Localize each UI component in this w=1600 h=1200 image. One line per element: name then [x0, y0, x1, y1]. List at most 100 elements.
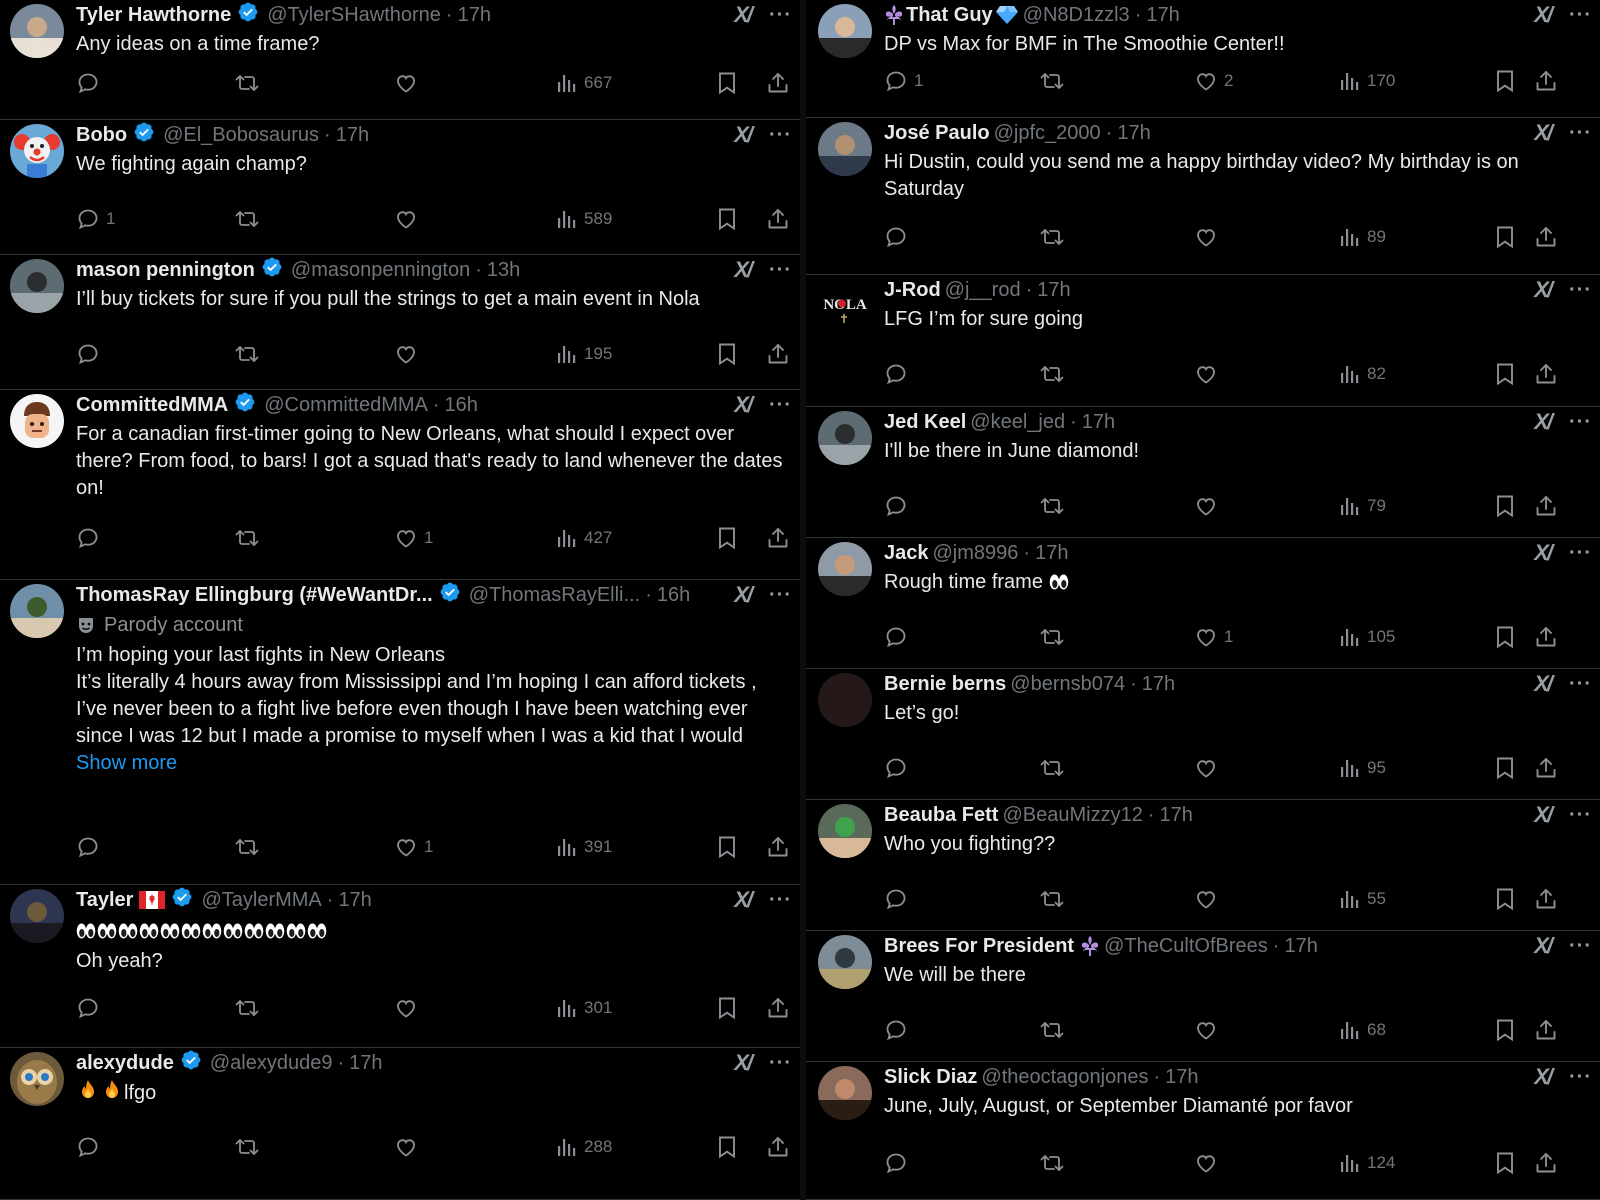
timestamp[interactable]: 17h [1165, 1066, 1198, 1089]
reply-button[interactable] [884, 625, 914, 649]
bookmark-button[interactable] [716, 835, 738, 859]
share-button[interactable] [1534, 1018, 1558, 1042]
retweet-button[interactable] [234, 207, 260, 231]
share-button[interactable] [1534, 1151, 1558, 1175]
reply-button[interactable] [76, 342, 106, 366]
more-options-icon[interactable]: ··· [1569, 673, 1592, 696]
reply-tweet[interactable]: Brees For President @TheCultOfBrees · 17h We… [806, 931, 1600, 1062]
reply-tweet[interactable]: That Guy @N8D1zzl3 · 17h DP vs Max for BMF i… [806, 0, 1600, 118]
more-options-icon[interactable]: ··· [1569, 1066, 1592, 1089]
grok-icon[interactable]: X/ [1534, 2, 1553, 28]
more-options-icon[interactable]: ··· [1569, 935, 1592, 958]
views-button[interactable]: 667 [556, 72, 612, 94]
bookmark-button[interactable] [716, 1135, 738, 1159]
user-handle[interactable]: @alexydude9 [210, 1052, 333, 1075]
timestamp[interactable]: 17h [1160, 804, 1193, 827]
timestamp[interactable]: 17h [349, 1052, 382, 1075]
like-button[interactable] [1194, 1151, 1224, 1175]
reply-tweet[interactable]: Bernie berns @bernsb074 · 17h Let’s go! X/···… [806, 669, 1600, 800]
user-handle[interactable]: @TheCultOfBrees [1104, 935, 1268, 958]
reply-tweet[interactable]: ThomasRay Ellingburg (#WeWantDr... @Thoma… [0, 580, 800, 885]
share-button[interactable] [766, 1135, 790, 1159]
retweet-button[interactable] [1039, 1018, 1065, 1042]
avatar[interactable] [818, 673, 872, 727]
more-options-icon[interactable]: ··· [1569, 279, 1592, 302]
share-button[interactable] [1534, 756, 1558, 780]
user-handle[interactable]: @bernsb074 [1010, 673, 1125, 696]
bookmark-button[interactable] [1494, 225, 1516, 249]
timestamp[interactable]: 17h [1142, 673, 1175, 696]
display-name[interactable]: Slick Diaz [884, 1066, 977, 1089]
views-button[interactable]: 82 [1339, 363, 1386, 385]
retweet-button[interactable] [234, 342, 260, 366]
avatar[interactable] [10, 4, 64, 58]
avatar[interactable] [818, 804, 872, 858]
display-name[interactable]: ThomasRay Ellingburg (#WeWantDr... [76, 584, 433, 607]
more-options-icon[interactable]: ··· [769, 4, 792, 27]
share-button[interactable] [766, 526, 790, 550]
retweet-button[interactable] [1039, 69, 1065, 93]
grok-icon[interactable]: X/ [1534, 802, 1553, 828]
display-name[interactable]: Bobo [76, 124, 127, 147]
views-button[interactable]: 391 [556, 836, 612, 858]
user-handle[interactable]: @N8D1zzl3 [1023, 4, 1130, 27]
views-button[interactable]: 288 [556, 1136, 612, 1158]
share-button[interactable] [1534, 625, 1558, 649]
reply-button[interactable] [884, 362, 914, 386]
like-button[interactable] [1194, 756, 1224, 780]
reply-button[interactable] [884, 887, 914, 911]
grok-icon[interactable]: X/ [1534, 540, 1553, 566]
grok-icon[interactable]: X/ [1534, 409, 1553, 435]
reply-tweet[interactable]: Tyler Hawthorne @TylerSHawthorne · 17h Any i… [0, 0, 800, 120]
reply-button[interactable] [76, 526, 106, 550]
grok-icon[interactable]: X/ [734, 582, 753, 608]
user-handle[interactable]: @BeauMizzy12 [1002, 804, 1142, 827]
avatar[interactable] [10, 124, 64, 178]
bookmark-button[interactable] [716, 71, 738, 95]
bookmark-button[interactable] [716, 342, 738, 366]
reply-tweet[interactable]: Slick Diaz @theoctagonjones · 17h June, July… [806, 1062, 1600, 1200]
reply-button[interactable] [76, 1135, 106, 1159]
reply-tweet[interactable]: Jed Keel @keel_jed · 17h I'll be there in Ju… [806, 407, 1600, 538]
user-handle[interactable]: @TaylerMMA [201, 889, 321, 912]
reply-button[interactable] [884, 225, 914, 249]
like-button[interactable] [1194, 1018, 1224, 1042]
retweet-button[interactable] [1039, 887, 1065, 911]
like-button[interactable]: 2 [1194, 69, 1233, 93]
like-button[interactable] [1194, 362, 1224, 386]
views-button[interactable]: 89 [1339, 226, 1386, 248]
reply-tweet[interactable]: mason pennington @masonpennington · 13h I’ll… [0, 255, 800, 390]
bookmark-button[interactable] [1494, 887, 1516, 911]
user-handle[interactable]: @CommittedMMA [264, 394, 428, 417]
grok-icon[interactable]: X/ [1534, 933, 1553, 959]
reply-tweet[interactable]: NOLA J-Rod@j__rod·17h LFG I’m for sure go… [806, 275, 1600, 407]
reply-tweet[interactable]: Bobo @El_Bobosaurus · 17h We fighting again … [0, 120, 800, 255]
timestamp[interactable]: 16h [657, 584, 690, 607]
share-button[interactable] [766, 207, 790, 231]
grok-icon[interactable]: X/ [734, 392, 753, 418]
reply-button[interactable]: 1 [884, 69, 923, 93]
share-button[interactable] [766, 996, 790, 1020]
more-options-icon[interactable]: ··· [1569, 804, 1592, 827]
like-button[interactable] [394, 71, 424, 95]
display-name[interactable]: Jack [884, 542, 929, 565]
more-options-icon[interactable]: ··· [769, 394, 792, 417]
retweet-button[interactable] [1039, 625, 1065, 649]
like-button[interactable] [394, 1135, 424, 1159]
retweet-button[interactable] [1039, 756, 1065, 780]
share-button[interactable] [1534, 69, 1558, 93]
user-handle[interactable]: @jm8996 [933, 542, 1019, 565]
reply-button[interactable] [76, 996, 106, 1020]
bookmark-button[interactable] [1494, 1151, 1516, 1175]
reply-tweet[interactable]: Jack @jm8996 · 17h Rough time frame X/ ··· 1 105 [806, 538, 1600, 669]
share-button[interactable] [1534, 362, 1558, 386]
like-button[interactable] [1194, 225, 1224, 249]
avatar[interactable] [818, 935, 872, 989]
grok-icon[interactable]: X/ [1534, 120, 1553, 146]
retweet-button[interactable] [1039, 225, 1065, 249]
avatar[interactable] [10, 584, 64, 638]
display-name[interactable]: That Guy [906, 4, 993, 27]
timestamp[interactable]: 13h [487, 259, 520, 282]
more-options-icon[interactable]: ··· [1569, 411, 1592, 434]
bookmark-button[interactable] [1494, 362, 1516, 386]
